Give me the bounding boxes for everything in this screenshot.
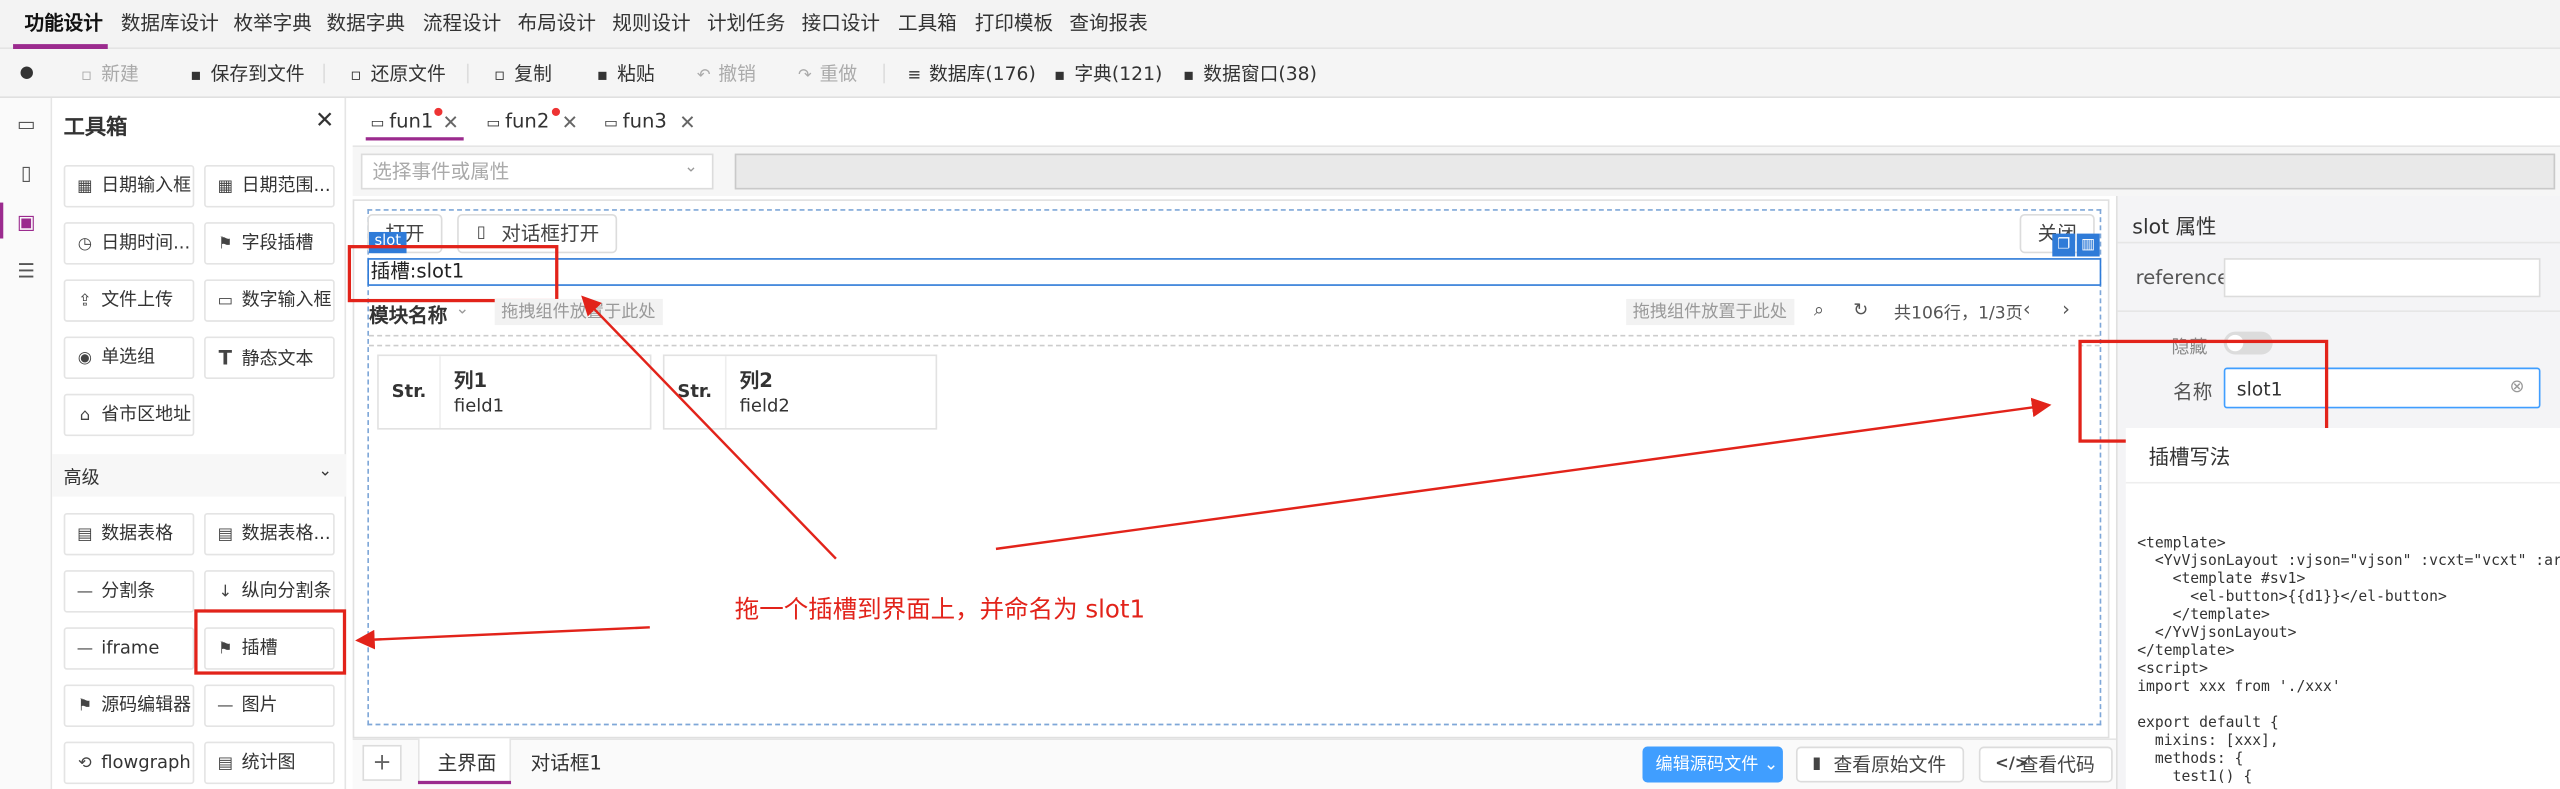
- annotation-arrows: [355, 295, 2052, 650]
- arrow-to-name: [995, 397, 2052, 551]
- arrow-to-slot: [581, 295, 837, 560]
- arrow-to-toolbox-slot: [355, 626, 650, 650]
